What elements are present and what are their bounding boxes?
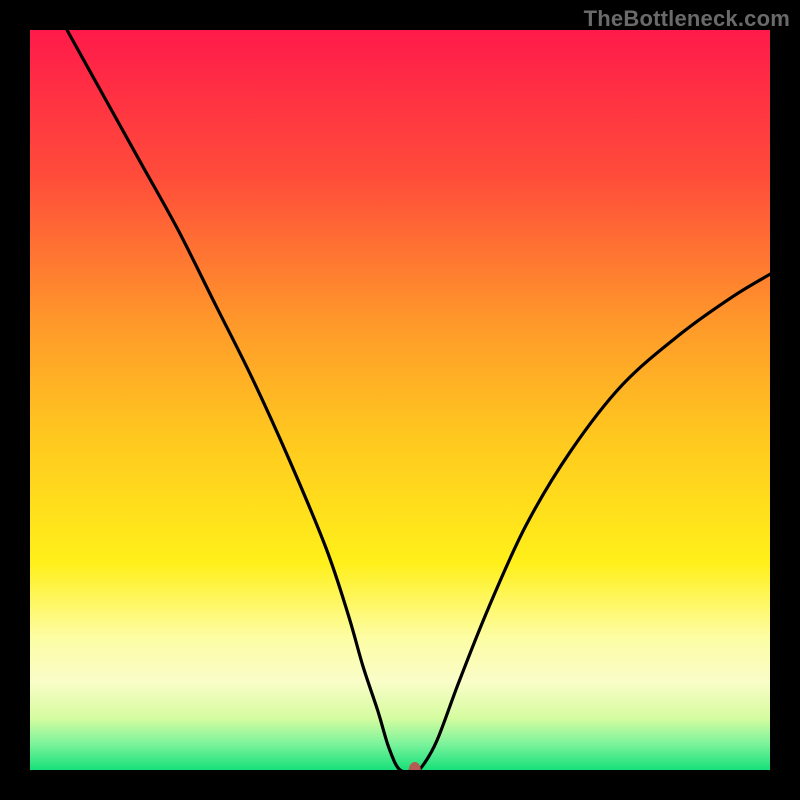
- watermark-label: TheBottleneck.com: [584, 6, 790, 32]
- chart-frame: TheBottleneck.com: [0, 0, 800, 800]
- gradient-background: [30, 30, 770, 770]
- bottleneck-chart: [30, 30, 770, 770]
